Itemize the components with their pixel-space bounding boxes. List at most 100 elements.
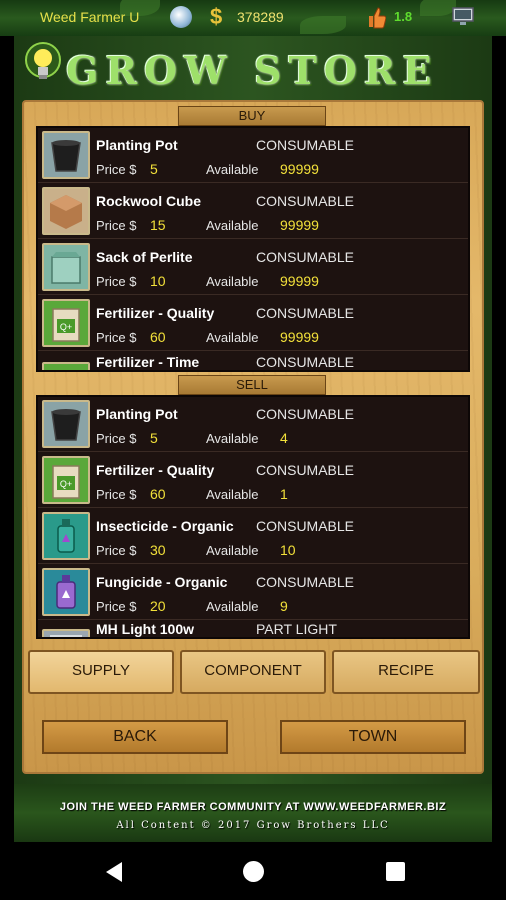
rockwool-cube-icon (42, 187, 90, 235)
available-label: Available (206, 543, 259, 558)
item-price: 20 (150, 598, 166, 614)
planting-pot-icon (42, 131, 90, 179)
fertilizer-bag-icon (42, 362, 90, 370)
money-amount: 378289 (237, 9, 284, 25)
item-name: MH Light 100w (96, 621, 195, 637)
nav-home-icon[interactable] (243, 861, 264, 882)
list-item-partial[interactable]: MH Light 100w PART LIGHT (38, 621, 468, 637)
thumbs-up-icon (369, 7, 386, 29)
item-name: Planting Pot (96, 406, 178, 422)
item-type: CONSUMABLE (256, 305, 355, 321)
tab-component[interactable]: COMPONENT (180, 650, 326, 694)
item-price: 15 (150, 217, 166, 233)
item-available: 99999 (280, 273, 319, 289)
item-type: CONSUMABLE (256, 406, 355, 422)
item-available: 1 (280, 486, 288, 502)
tab-supply[interactable]: SUPPLY (28, 650, 174, 694)
price-label: Price $ (96, 543, 137, 558)
available-label: Available (206, 218, 259, 233)
item-type: CONSUMABLE (256, 354, 355, 370)
price-label: Price $ (96, 599, 137, 614)
price-label: Price $ (96, 330, 137, 345)
list-item[interactable]: Fungicide - Organic CONSUMABLE Price $ 2… (38, 565, 468, 620)
price-label: Price $ (96, 162, 137, 177)
item-available: 10 (280, 542, 296, 558)
item-available: 99999 (280, 161, 319, 177)
svg-text:Q+: Q+ (60, 479, 72, 489)
dollar-icon: $ (210, 4, 223, 29)
list-item[interactable]: Q+ Fertilizer - Quality CONSUMABLE Price… (38, 453, 468, 508)
tab-recipe[interactable]: RECIPE (332, 650, 480, 694)
lightbulb-icon (25, 42, 61, 79)
available-label: Available (206, 330, 259, 345)
sell-list[interactable]: Planting Pot CONSUMABLE Price $ 5 Availa… (36, 395, 470, 639)
item-type: CONSUMABLE (256, 574, 355, 590)
level-value: 1.8 (394, 9, 413, 24)
item-name: Insecticide - Organic (96, 518, 234, 534)
price-label: Price $ (96, 274, 137, 289)
insecticide-bottle-icon (42, 512, 90, 560)
status-bar: Weed Farmer U $ 378289 1.8 (0, 0, 506, 36)
seed-icon[interactable] (170, 6, 192, 28)
list-item[interactable]: Planting Pot CONSUMABLE Price $ 5 Availa… (38, 397, 468, 452)
item-name: Fertilizer - Quality (96, 305, 215, 321)
item-type: CONSUMABLE (256, 137, 355, 153)
price-label: Price $ (96, 218, 137, 233)
item-price: 30 (150, 542, 166, 558)
item-name: Fertilizer - Time (96, 354, 200, 370)
list-item[interactable]: Q+ Fertilizer - Quality CONSUMABLE Price… (38, 296, 468, 351)
fertilizer-bag-icon: Q+ (42, 456, 90, 504)
copyright-text: All Content © 2017 Grow Brothers LLC (116, 820, 390, 831)
list-item-partial[interactable]: Fertilizer - Time CONSUMABLE (38, 354, 468, 370)
available-label: Available (206, 431, 259, 446)
list-item[interactable]: Sack of Perlite CONSUMABLE Price $ 10 Av… (38, 240, 468, 295)
leaf-decoration (300, 16, 346, 34)
item-price: 5 (150, 430, 158, 446)
item-type: CONSUMABLE (256, 462, 355, 478)
item-name: Fungicide - Organic (96, 574, 228, 590)
leaf-decoration (420, 0, 456, 16)
town-button[interactable]: TOWN (280, 720, 466, 754)
available-label: Available (206, 487, 259, 502)
buy-list[interactable]: Planting Pot CONSUMABLE Price $ 5 Availa… (36, 126, 470, 372)
sell-section-label: SELL (178, 375, 326, 395)
list-item[interactable]: Rockwool Cube CONSUMABLE Price $ 15 Avai… (38, 184, 468, 239)
item-price: 60 (150, 329, 166, 345)
item-type: CONSUMABLE (256, 249, 355, 265)
available-label: Available (206, 274, 259, 289)
item-name: Rockwool Cube (96, 193, 202, 209)
item-name: Planting Pot (96, 137, 178, 153)
light-fixture-icon (42, 629, 90, 637)
item-type: CONSUMABLE (256, 193, 355, 209)
buy-section-label: BUY (178, 106, 326, 126)
item-type: CONSUMABLE (256, 518, 355, 534)
list-item[interactable]: Insecticide - Organic CONSUMABLE Price $… (38, 509, 468, 564)
item-name: Fertilizer - Quality (96, 462, 215, 478)
item-available: 4 (280, 430, 288, 446)
item-available: 9 (280, 598, 288, 614)
planting-pot-icon (42, 400, 90, 448)
list-item[interactable]: Planting Pot CONSUMABLE Price $ 5 Availa… (38, 128, 468, 183)
nav-recent-apps-icon[interactable] (386, 862, 405, 881)
item-type: PART LIGHT (256, 621, 337, 637)
perlite-sack-icon (42, 243, 90, 291)
monitor-icon[interactable] (452, 7, 474, 27)
back-button[interactable]: BACK (42, 720, 228, 754)
item-available: 99999 (280, 329, 319, 345)
item-name: Sack of Perlite (96, 249, 193, 265)
item-price: 60 (150, 486, 166, 502)
item-price: 10 (150, 273, 166, 289)
community-link[interactable]: JOIN THE WEED FARMER COMMUNITY AT WWW.WE… (14, 801, 492, 813)
fungicide-bottle-icon (42, 568, 90, 616)
item-price: 5 (150, 161, 158, 177)
system-nav-bar (0, 842, 506, 900)
footer: JOIN THE WEED FARMER COMMUNITY AT WWW.WE… (14, 784, 492, 842)
page-title: GROW STORE (66, 48, 439, 93)
price-label: Price $ (96, 487, 137, 502)
available-label: Available (206, 162, 259, 177)
item-available: 99999 (280, 217, 319, 233)
fertilizer-bag-icon: Q+ (42, 299, 90, 347)
available-label: Available (206, 599, 259, 614)
nav-back-icon[interactable] (104, 861, 124, 883)
svg-text:Q+: Q+ (60, 322, 72, 332)
